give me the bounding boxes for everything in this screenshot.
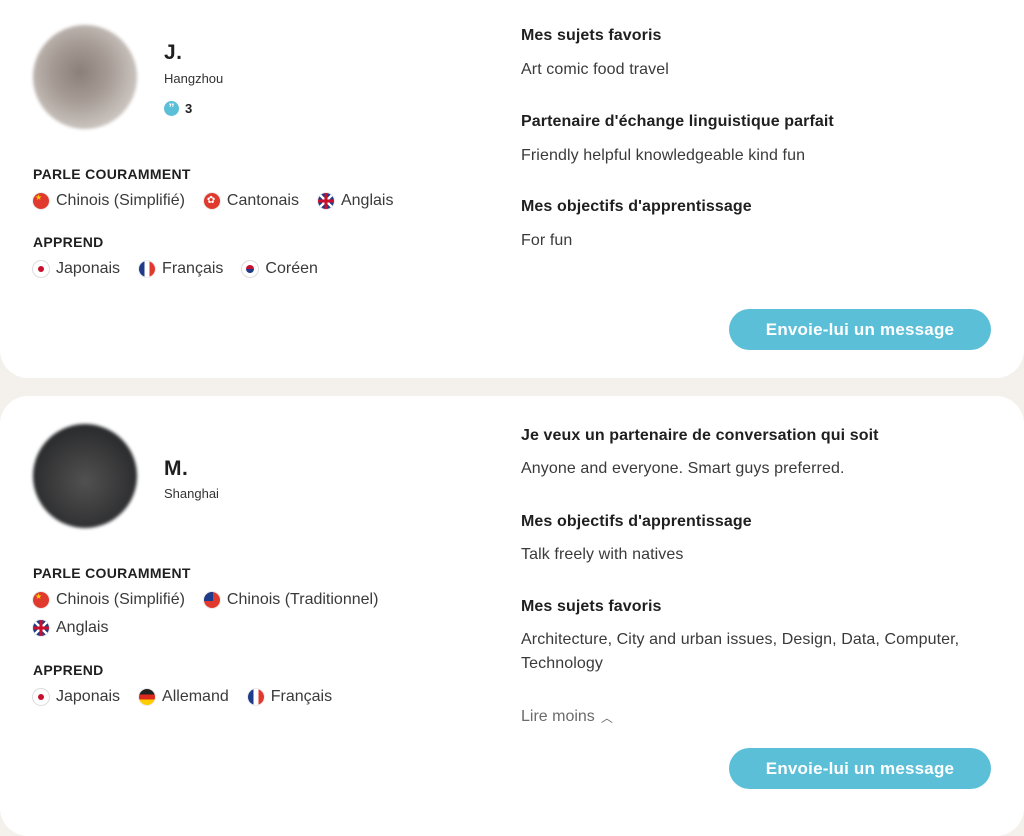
- language-item: Français: [139, 260, 223, 278]
- language-label: Cantonais: [226, 192, 299, 209]
- language-item: Français: [247, 688, 333, 706]
- language-label: Français: [270, 688, 333, 705]
- hong-kong-flag-icon: [203, 193, 220, 209]
- france-flag-icon: [247, 689, 264, 705]
- send-message-button[interactable]: Envoie-lui un message: [729, 309, 991, 350]
- uk-flag-icon: [33, 620, 49, 636]
- profile-name[interactable]: J.: [164, 41, 183, 65]
- language-label: Allemand: [162, 688, 229, 705]
- section-text: Art comic food travel: [521, 61, 669, 78]
- language-label: Japonais: [56, 688, 121, 705]
- references-number: 3: [185, 101, 193, 116]
- france-flag-icon: [139, 261, 156, 277]
- profile-card: J. Hangzhou ” 3 PARLE COURAMMENT Chinois…: [0, 0, 1024, 378]
- china-flag-icon: [33, 193, 49, 209]
- language-item: Anglais: [33, 619, 108, 637]
- japan-flag-icon: [33, 261, 49, 277]
- fluent-heading: PARLE COURAMMENT: [33, 166, 191, 182]
- language-label: Chinois (Simplifié): [56, 591, 185, 608]
- language-label: Français: [162, 260, 224, 277]
- learning-languages: Japonais Allemand Français: [33, 688, 473, 706]
- language-label: Japonais: [56, 260, 121, 277]
- section-title: Partenaire d'échange linguistique parfai…: [521, 113, 834, 130]
- language-item: Allemand: [139, 688, 229, 706]
- fluent-languages: Chinois (Simplifié) Chinois (Traditionne…: [33, 591, 473, 637]
- learning-heading: APPREND: [33, 662, 104, 678]
- send-message-button[interactable]: Envoie-lui un message: [729, 748, 991, 789]
- profile-card: M. Shanghai PARLE COURAMMENT Chinois (Si…: [0, 396, 1024, 836]
- uk-flag-icon: [317, 193, 334, 209]
- language-item: Chinois (Traditionnel): [203, 591, 379, 609]
- read-less-link[interactable]: Lire moins ︿: [521, 708, 613, 726]
- language-item: Chinois (Simplifié): [33, 591, 185, 609]
- language-item: Chinois (Simplifié): [33, 192, 185, 210]
- south-korea-flag-icon: [242, 261, 259, 277]
- language-label: Chinois (Traditionnel): [226, 591, 379, 608]
- section-text: Anyone and everyone. Smart guys preferre…: [521, 460, 845, 477]
- profile-city: Hangzhou: [164, 71, 224, 86]
- taiwan-flag-icon: [203, 592, 220, 608]
- language-label: Anglais: [340, 192, 394, 209]
- language-item: Japonais: [33, 688, 120, 706]
- language-label: Chinois (Simplifié): [56, 192, 185, 209]
- section-title: Mes sujets favoris: [521, 27, 662, 44]
- section-text: Architecture, City and urban issues, Des…: [521, 631, 960, 672]
- fluent-languages: Chinois (Simplifié) Cantonais Anglais: [33, 192, 473, 210]
- language-label: Coréen: [265, 260, 318, 277]
- language-label: Anglais: [56, 619, 109, 636]
- language-item: Cantonais: [203, 192, 299, 210]
- language-item: Anglais: [317, 192, 394, 210]
- germany-flag-icon: [139, 689, 156, 705]
- section-text: For fun: [521, 232, 573, 249]
- section-title: Mes objectifs d'apprentissage: [521, 198, 752, 215]
- section-title: Mes objectifs d'apprentissage: [521, 513, 752, 530]
- learning-heading: APPREND: [33, 234, 104, 250]
- section-title: Mes sujets favoris: [521, 598, 662, 615]
- chevron-up-icon: ︿: [600, 710, 613, 725]
- learning-languages: Japonais Français Coréen: [33, 260, 473, 278]
- fluent-heading: PARLE COURAMMENT: [33, 565, 191, 581]
- china-flag-icon: [33, 592, 49, 608]
- references-count: ” 3: [164, 101, 192, 116]
- avatar[interactable]: [33, 424, 137, 528]
- read-less-label: Lire moins: [521, 708, 595, 725]
- profile-name[interactable]: M.: [164, 457, 188, 481]
- japan-flag-icon: [33, 689, 49, 705]
- quote-bubble-icon: ”: [164, 101, 179, 116]
- language-item: Coréen: [242, 260, 318, 278]
- section-text: Friendly helpful knowledgeable kind fun: [521, 147, 806, 164]
- profile-city: Shanghai: [164, 486, 219, 501]
- section-text: Talk freely with natives: [521, 546, 684, 563]
- language-item: Japonais: [33, 260, 120, 278]
- section-title: Je veux un partenaire de conversation qu…: [521, 427, 879, 444]
- avatar[interactable]: [33, 25, 137, 129]
